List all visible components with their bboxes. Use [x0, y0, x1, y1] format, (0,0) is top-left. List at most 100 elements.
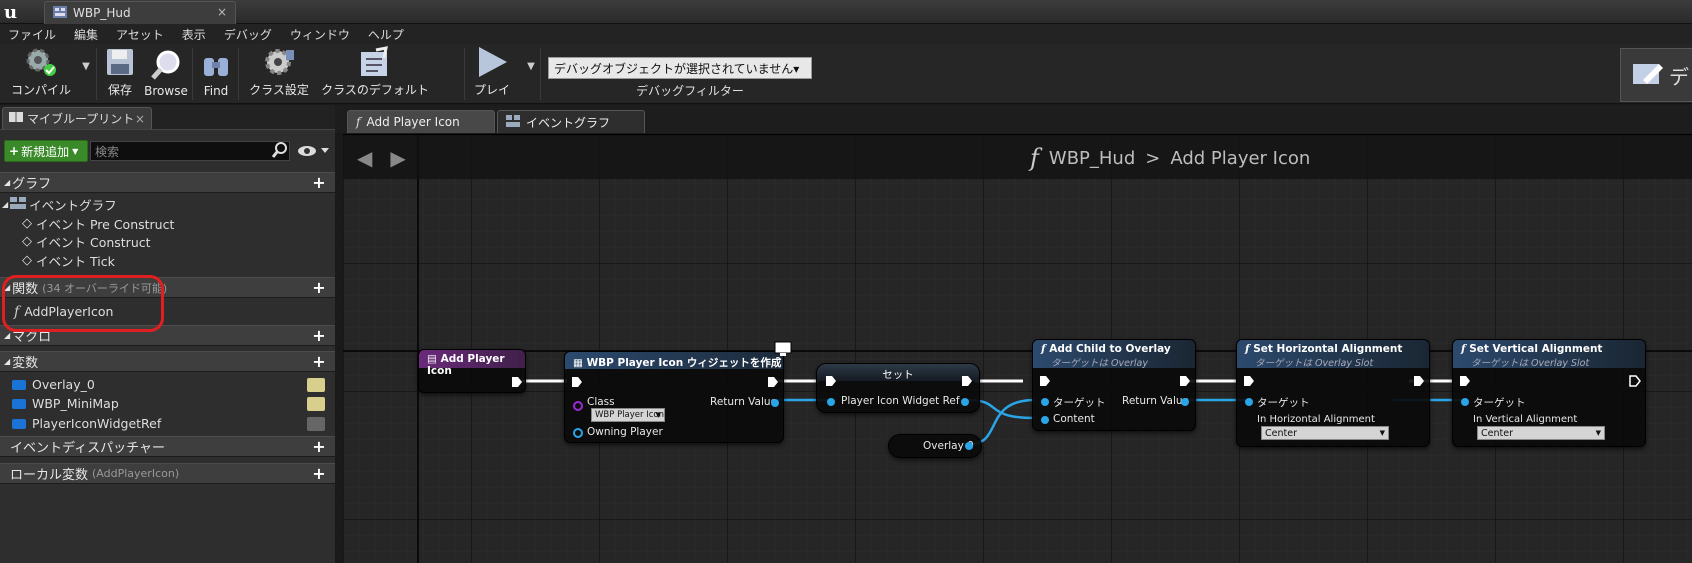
set-horizontal-alignment-node[interactable]: f Set Horizontal Alignment ターゲットは Overla… — [1236, 339, 1430, 447]
event-tick-item[interactable]: ◇ イベント Tick — [0, 251, 335, 270]
save-label: 保存 — [107, 83, 132, 97]
event-construct-item[interactable]: ◇ イベント Construct — [0, 232, 335, 251]
target-pin-icon[interactable] — [1243, 396, 1255, 408]
title-bar — [0, 0, 1692, 24]
exec-out-pin-icon[interactable] — [1179, 375, 1191, 387]
event-pre-construct-item[interactable]: ◇ イベント Pre Construct — [0, 214, 335, 233]
menu-edit[interactable]: 編集 — [66, 26, 108, 43]
add-child-node[interactable]: f Add Child to Overlay ターゲットは Overlay ター… — [1032, 339, 1196, 431]
set-variable-node[interactable]: セット Player Icon Widget Ref — [816, 363, 980, 413]
exec-out-pin-icon[interactable] — [1629, 375, 1641, 387]
browse-label: Browse — [144, 84, 188, 98]
target-pin-icon[interactable] — [1459, 396, 1471, 408]
add-function-button[interactable]: + — [311, 279, 327, 296]
close-tab-icon[interactable]: × — [217, 5, 227, 19]
menu-debug[interactable]: デバッグ — [216, 26, 282, 43]
exec-out-pin-icon[interactable] — [511, 376, 523, 388]
play-button[interactable]: プレイ — [468, 44, 516, 102]
play-options-chevron-icon[interactable]: ▼ — [524, 44, 538, 102]
chevron-down-icon: ▼ — [72, 146, 79, 156]
menu-bar: ファイル 編集 アセット 表示 デバッグ ウィンドウ ヘルプ — [0, 24, 1692, 44]
visibility-eye-icon[interactable] — [307, 396, 325, 411]
target-pin-icon[interactable] — [1039, 396, 1051, 408]
save-button[interactable]: 保存 — [100, 44, 140, 102]
edit-pencil-icon — [1631, 58, 1665, 93]
class-settings-button[interactable]: クラス設定 — [244, 44, 314, 102]
back-arrow-icon[interactable]: ◀ — [357, 146, 372, 170]
search-icon[interactable] — [271, 141, 289, 159]
return-value-pin-icon[interactable] — [1179, 396, 1191, 408]
my-blueprint-tab[interactable]: マイブループリント × — [2, 107, 152, 129]
section-graphs[interactable]: ◢ グラフ + — [0, 172, 335, 193]
compile-button[interactable]: コンパイル — [4, 44, 78, 102]
close-panel-icon[interactable]: × — [135, 112, 145, 126]
book-icon — [9, 111, 23, 126]
find-button[interactable]: Find — [196, 44, 236, 102]
horizontal-alignment-select[interactable]: Center — [1261, 426, 1389, 440]
browse-button[interactable]: Browse — [142, 44, 190, 102]
exec-in-pin-icon[interactable] — [1039, 375, 1051, 387]
menu-file[interactable]: ファイル — [0, 26, 66, 43]
menu-asset[interactable]: アセット — [108, 26, 174, 43]
event-label: イベント Pre Construct — [36, 217, 175, 232]
forward-arrow-icon[interactable]: ▶ — [390, 146, 405, 170]
overlay-out-pin-icon[interactable] — [963, 440, 975, 452]
set-vertical-alignment-node[interactable]: f Set Vertical Alignment ターゲットは Overlay … — [1452, 339, 1646, 447]
class-defaults-label: クラスのデフォルト — [321, 83, 429, 97]
collapse-triangle-icon: ◢ — [4, 357, 11, 366]
add-local-var-button[interactable]: + — [311, 465, 327, 482]
debug-object-select[interactable]: デバッグオブジェクトが選択されていません▾ — [548, 57, 812, 79]
add-dispatcher-button[interactable]: + — [311, 438, 327, 455]
menu-help[interactable]: ヘルプ — [360, 26, 414, 43]
overlay-getter-node[interactable]: Overlay 0 — [888, 434, 982, 458]
view-options-eye-icon[interactable] — [297, 142, 331, 160]
exec-in-pin-icon[interactable] — [1243, 375, 1255, 387]
tab-event-graph[interactable]: イベントグラフ — [497, 110, 645, 133]
exec-in-pin-icon[interactable] — [571, 376, 583, 388]
section-graphs-label: グラフ — [12, 177, 52, 192]
local-vars-scope: (AddPlayerIcon) — [92, 467, 180, 480]
section-dispatchers[interactable]: イベントディスパッチャー + — [0, 436, 335, 457]
add-graph-button[interactable]: + — [311, 174, 327, 191]
graph-settings-button[interactable]: デ — [1620, 48, 1692, 102]
owning-player-pin-icon[interactable] — [572, 427, 584, 439]
variable-item-playericonref[interactable]: PlayerIconWidgetRef — [0, 414, 335, 433]
exec-out-pin-icon[interactable] — [1413, 375, 1425, 387]
menu-view[interactable]: 表示 — [174, 26, 216, 43]
variable-item-overlay[interactable]: Overlay_0 — [0, 375, 335, 394]
menu-window[interactable]: ウィンドウ — [282, 26, 360, 43]
breadcrumb-root[interactable]: WBP_Hud — [1049, 148, 1135, 169]
tab-add-player-icon[interactable]: f Add Player Icon — [347, 110, 495, 133]
exec-in-pin-icon[interactable] — [825, 375, 837, 387]
collapse-triangle-icon: ◢ — [4, 178, 11, 187]
widget-ref-out-pin-icon[interactable] — [959, 396, 971, 408]
function-entry-node[interactable]: ▤ Add Player Icon — [418, 349, 526, 393]
add-macro-button[interactable]: + — [311, 327, 327, 344]
widget-ref-in-pin-icon[interactable] — [825, 396, 837, 408]
exec-out-pin-icon[interactable] — [961, 375, 973, 387]
breadcrumb-separator: > — [1145, 147, 1161, 169]
content-pin-icon[interactable] — [1039, 414, 1051, 426]
vertical-alignment-select[interactable]: Center — [1477, 426, 1605, 440]
visibility-closed-eye-icon[interactable] — [307, 416, 325, 431]
class-select[interactable]: WBP Player Icon — [591, 408, 665, 422]
event-diamond-icon: ◇ — [22, 234, 32, 249]
exec-out-pin-icon[interactable] — [767, 376, 779, 388]
search-input[interactable]: 検索 — [90, 141, 290, 161]
event-graph-item[interactable]: ◢ イベントグラフ — [0, 195, 335, 214]
exec-in-pin-icon[interactable] — [1459, 375, 1471, 387]
add-new-button[interactable]: + 新規追加 ▼ — [4, 140, 88, 162]
compile-options-chevron-icon[interactable]: ▼ — [78, 44, 94, 102]
return-value-pin-icon[interactable] — [769, 397, 781, 409]
add-variable-button[interactable]: + — [311, 353, 327, 370]
section-local-vars[interactable]: ローカル変数 (AddPlayerIcon) + — [0, 463, 335, 484]
create-widget-node[interactable]: ▦ WBP Player Icon ウィジェットを作成 Class WBP Pl… — [564, 351, 784, 443]
visibility-eye-icon[interactable] — [307, 377, 325, 392]
variable-item-minimap[interactable]: WBP_MiniMap — [0, 394, 335, 413]
document-tab[interactable]: WBP_Hud × — [44, 1, 236, 24]
tab-label: イベントグラフ — [526, 115, 611, 130]
class-defaults-button[interactable]: クラスのデフォルト — [318, 44, 432, 102]
breadcrumb: f WBP_Hud > Add Player Icon — [1030, 144, 1310, 172]
class-pin-icon[interactable] — [572, 400, 584, 412]
section-variables[interactable]: ◢ 変数 + — [0, 351, 335, 372]
